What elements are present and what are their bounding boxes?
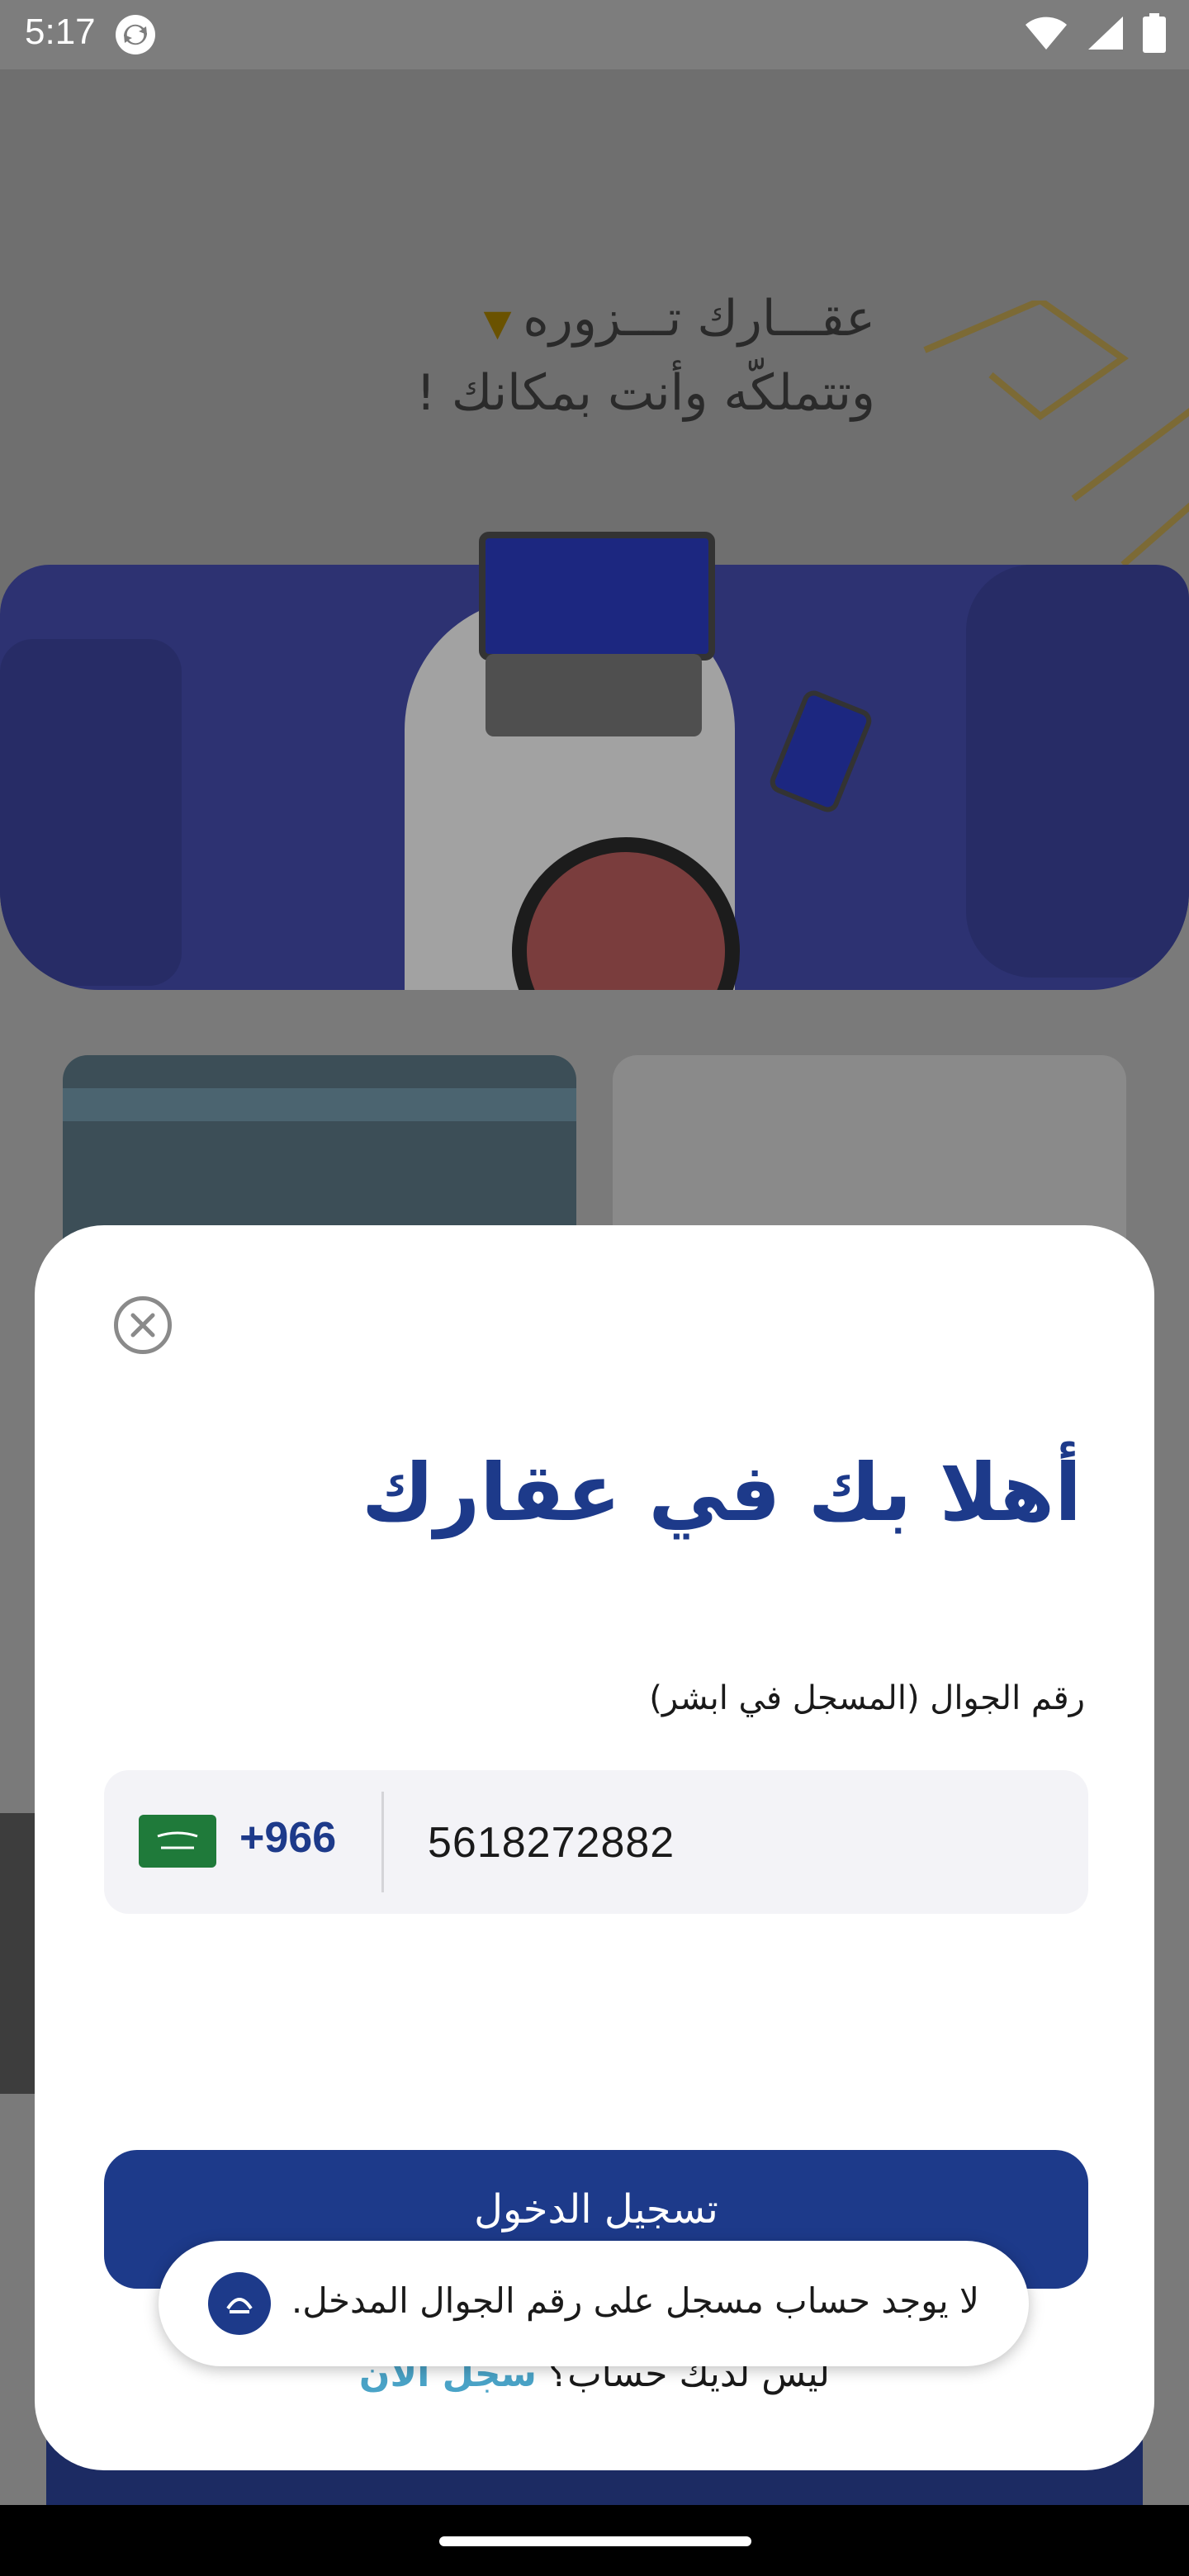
status-time: 5:17 <box>25 12 96 52</box>
home-handle[interactable] <box>439 2536 751 2546</box>
close-button[interactable] <box>114 1296 172 1354</box>
signal-icon <box>1088 17 1123 50</box>
saudi-flag-icon[interactable] <box>139 1815 216 1868</box>
sofa-arm-left <box>0 639 182 986</box>
hero-headline: عقـــارك تـــزوره ▼ وتتملكّه وأنت بمكانك … <box>416 284 875 428</box>
hero-banner[interactable]: عقـــارك تـــزوره ▼ وتتملكّه وأنت بمكانك … <box>0 69 1189 990</box>
phone-field-label: رقم الجوال (المسجل في ابشر) <box>649 1679 1085 1717</box>
laptop-keyboard-illustration <box>486 654 702 736</box>
close-icon <box>130 1313 155 1338</box>
battery-icon <box>1143 13 1166 53</box>
app-logo-icon <box>208 2272 271 2335</box>
phone-input[interactable] <box>426 1770 1057 1915</box>
side-thumbnail <box>0 1813 36 2094</box>
status-bar: 5:17 <box>0 0 1189 69</box>
modal-title: أهلا بك في عقارك <box>361 1447 1082 1539</box>
phone-field: +966 <box>104 1770 1088 1915</box>
error-toast: لا يوجد حساب مسجل على رقم الجوال المدخل. <box>159 2241 1029 2366</box>
hero-headline-line2: وتتملكّه وأنت بمكانك ! <box>415 364 875 422</box>
field-divider <box>381 1792 384 1892</box>
sofa-cushion-right <box>966 565 1189 978</box>
wifi-icon <box>1026 17 1067 50</box>
laptop-illustration <box>479 532 715 661</box>
chevron-down-icon: ▼ <box>483 302 512 344</box>
hero-headline-line1: عقـــارك تـــزوره <box>523 290 875 348</box>
app-sync-icon <box>116 15 155 54</box>
country-code[interactable]: +966 <box>239 1813 336 1863</box>
toast-message: لا يوجد حساب مسجل على رقم الجوال المدخل. <box>291 2280 979 2321</box>
